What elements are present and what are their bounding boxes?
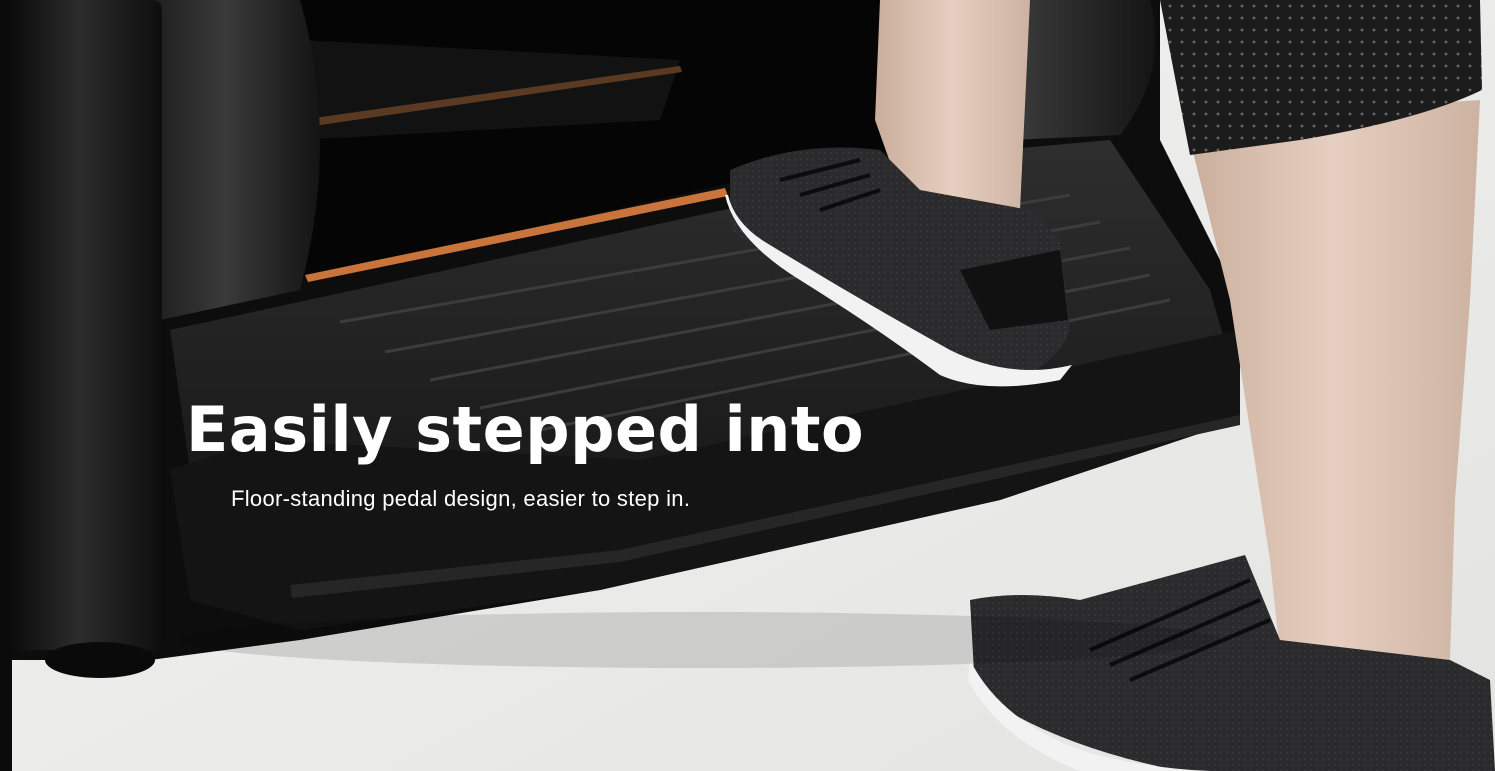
product-feature-banner: Easily stepped into Floor-standing pedal… <box>0 0 1495 771</box>
product-photo <box>0 0 1495 771</box>
banner-headline: Easily stepped into <box>186 393 865 466</box>
left-edge-strip <box>0 0 12 771</box>
banner-subline: Floor-standing pedal design, easier to s… <box>231 486 691 511</box>
